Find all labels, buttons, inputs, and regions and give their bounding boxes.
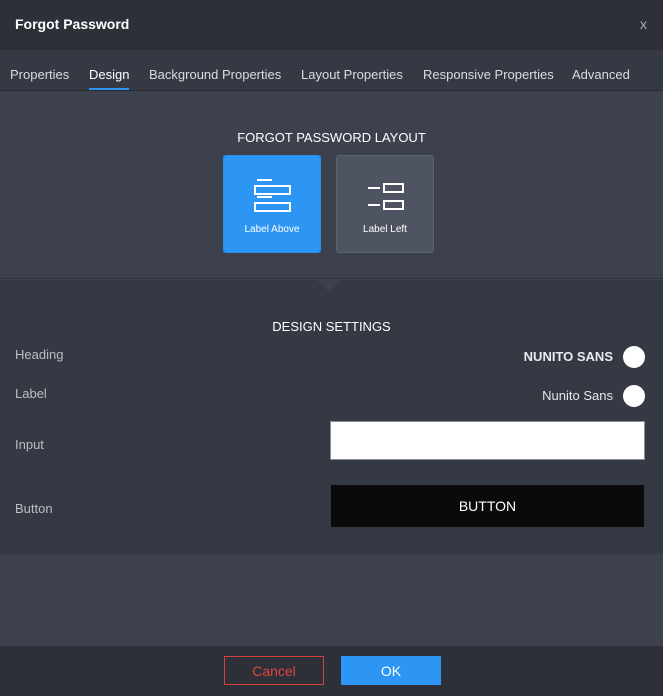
button-style-preview[interactable]: BUTTON <box>331 485 644 527</box>
button-label: Button <box>15 501 53 516</box>
label-left-icon <box>368 183 404 210</box>
tab-properties[interactable]: Properties <box>10 67 69 82</box>
close-icon[interactable]: x <box>640 16 647 32</box>
layout-option-label-left[interactable]: Label Left <box>336 155 434 253</box>
dialog-footer: Cancel OK <box>0 646 663 696</box>
tab-advanced[interactable]: Advanced <box>572 67 630 82</box>
label-font-selector[interactable]: Nunito Sans <box>542 388 613 403</box>
layout-section: FORGOT PASSWORD LAYOUT Label Above Label… <box>0 91 663 279</box>
dialog-title: Forgot Password <box>15 16 130 32</box>
tab-design[interactable]: Design <box>89 67 130 90</box>
input-style-preview[interactable] <box>330 421 645 460</box>
heading-label: Heading <box>15 347 64 362</box>
design-settings-section: DESIGN SETTINGS Heading NUNITO SANS Labe… <box>0 280 663 554</box>
heading-color-swatch[interactable] <box>623 346 645 368</box>
design-section-title: DESIGN SETTINGS <box>272 319 391 334</box>
heading-font-selector[interactable]: NUNITO SANS <box>524 349 613 364</box>
dialog-header: Forgot Password x <box>0 0 663 50</box>
ok-button[interactable]: OK <box>341 656 441 685</box>
input-label: Input <box>15 437 44 452</box>
layout-option-label: Label Above <box>244 224 300 235</box>
selection-pointer <box>316 279 342 292</box>
label-label: Label <box>15 386 47 401</box>
tab-background-properties[interactable]: Background Properties <box>149 67 281 82</box>
tab-bar: Properties Design Background Properties … <box>0 50 663 91</box>
layout-section-title: FORGOT PASSWORD LAYOUT <box>237 130 426 145</box>
label-above-icon <box>254 179 291 212</box>
tab-layout-properties[interactable]: Layout Properties <box>301 67 403 82</box>
layout-option-label-above[interactable]: Label Above <box>223 155 321 253</box>
cancel-button[interactable]: Cancel <box>224 656 324 685</box>
label-color-swatch[interactable] <box>623 385 645 407</box>
layout-option-label: Label Left <box>363 224 407 235</box>
tab-responsive-properties[interactable]: Responsive Properties <box>423 67 554 82</box>
